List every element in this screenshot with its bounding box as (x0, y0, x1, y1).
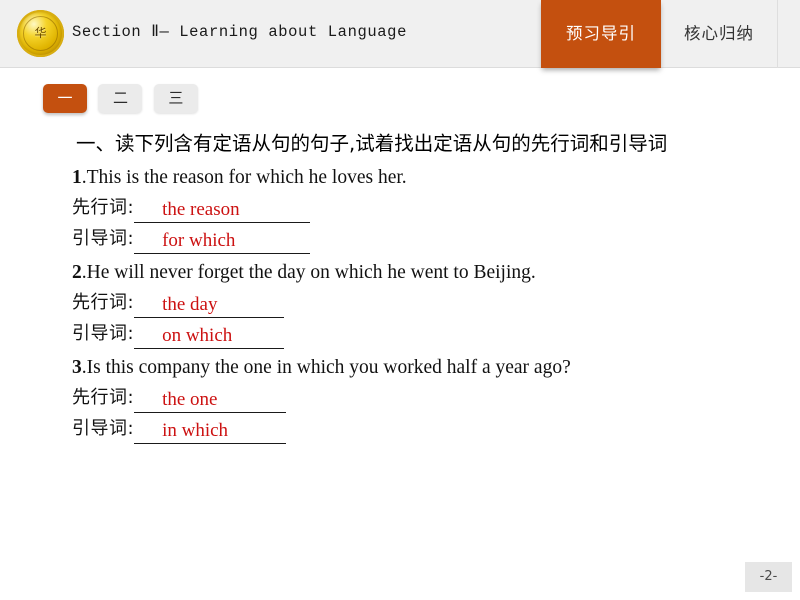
question-block: 1.This is the reason for which he loves … (0, 164, 800, 254)
antecedent-label: 先行词: (72, 292, 135, 313)
tab-preview-guide[interactable]: 预习导引 (541, 0, 661, 68)
subtab-group: 一 二 三 (43, 84, 205, 113)
relative-answer-text: in which (162, 420, 229, 441)
subtab-button-one[interactable]: 一 (43, 84, 87, 113)
question-text: .This is the reason for which he loves h… (81, 167, 407, 188)
antecedent-row: 先行词: the day (72, 287, 800, 318)
antecedent-answer-slot[interactable]: the one (134, 387, 287, 413)
gold-seal-logo-icon: 华 (17, 10, 64, 57)
relative-row: 引导词: in which (72, 413, 800, 444)
section-heading: 一、读下列含有定语从句的句子,试着找出定语从句的先行词和引导词 (76, 132, 668, 155)
question-text: .Is this company the one in which you wo… (81, 357, 571, 378)
relative-label: 引导词: (72, 228, 135, 249)
relative-answer-slot[interactable]: for which (134, 228, 311, 254)
question-block: 2.He will never forget the day on which … (0, 259, 800, 349)
relative-row: 引导词: on which (72, 318, 800, 349)
question-sentence: 3.Is this company the one in which you w… (72, 354, 800, 382)
page-title: Section Ⅱ— Learning about Language (72, 23, 407, 41)
relative-answer-slot[interactable]: in which (134, 418, 287, 444)
question-number: 2 (72, 262, 82, 283)
app-header: 华 Section Ⅱ— Learning about Language 预习导… (0, 0, 800, 68)
question-text: .He will never forget the day on which h… (81, 262, 536, 283)
antecedent-answer-text: the reason (162, 199, 240, 220)
tab-core-summary[interactable]: 核心归纳 (661, 0, 778, 68)
relative-label: 引导词: (72, 418, 135, 439)
logo-emblem-glyph: 华 (34, 26, 47, 40)
subtab-button-three[interactable]: 三 (153, 84, 198, 113)
relative-row: 引导词: for which (72, 223, 800, 254)
exercise-content: 一、读下列含有定语从句的句子,试着找出定语从句的先行词和引导词 1.This i… (0, 128, 800, 444)
question-block: 3.Is this company the one in which you w… (0, 354, 800, 444)
relative-answer-text: on which (162, 325, 233, 346)
relative-answer-slot[interactable]: on which (134, 323, 285, 349)
question-number: 1 (72, 167, 82, 188)
question-sentence: 2.He will never forget the day on which … (72, 259, 800, 287)
relative-answer-text: for which (162, 230, 236, 251)
subtab-button-two[interactable]: 二 (98, 84, 143, 113)
antecedent-answer-slot[interactable]: the reason (134, 197, 311, 223)
question-sentence: 1.This is the reason for which he loves … (72, 164, 800, 192)
antecedent-answer-slot[interactable]: the day (134, 292, 285, 318)
page-number-badge: -2- (745, 562, 792, 592)
antecedent-row: 先行词: the reason (72, 192, 800, 223)
relative-label: 引导词: (72, 323, 135, 344)
antecedent-label: 先行词: (72, 197, 135, 218)
question-number: 3 (72, 357, 82, 378)
antecedent-answer-text: the one (162, 389, 218, 410)
antecedent-row: 先行词: the one (72, 382, 800, 413)
antecedent-answer-text: the day (162, 294, 218, 315)
antecedent-label: 先行词: (72, 387, 135, 408)
